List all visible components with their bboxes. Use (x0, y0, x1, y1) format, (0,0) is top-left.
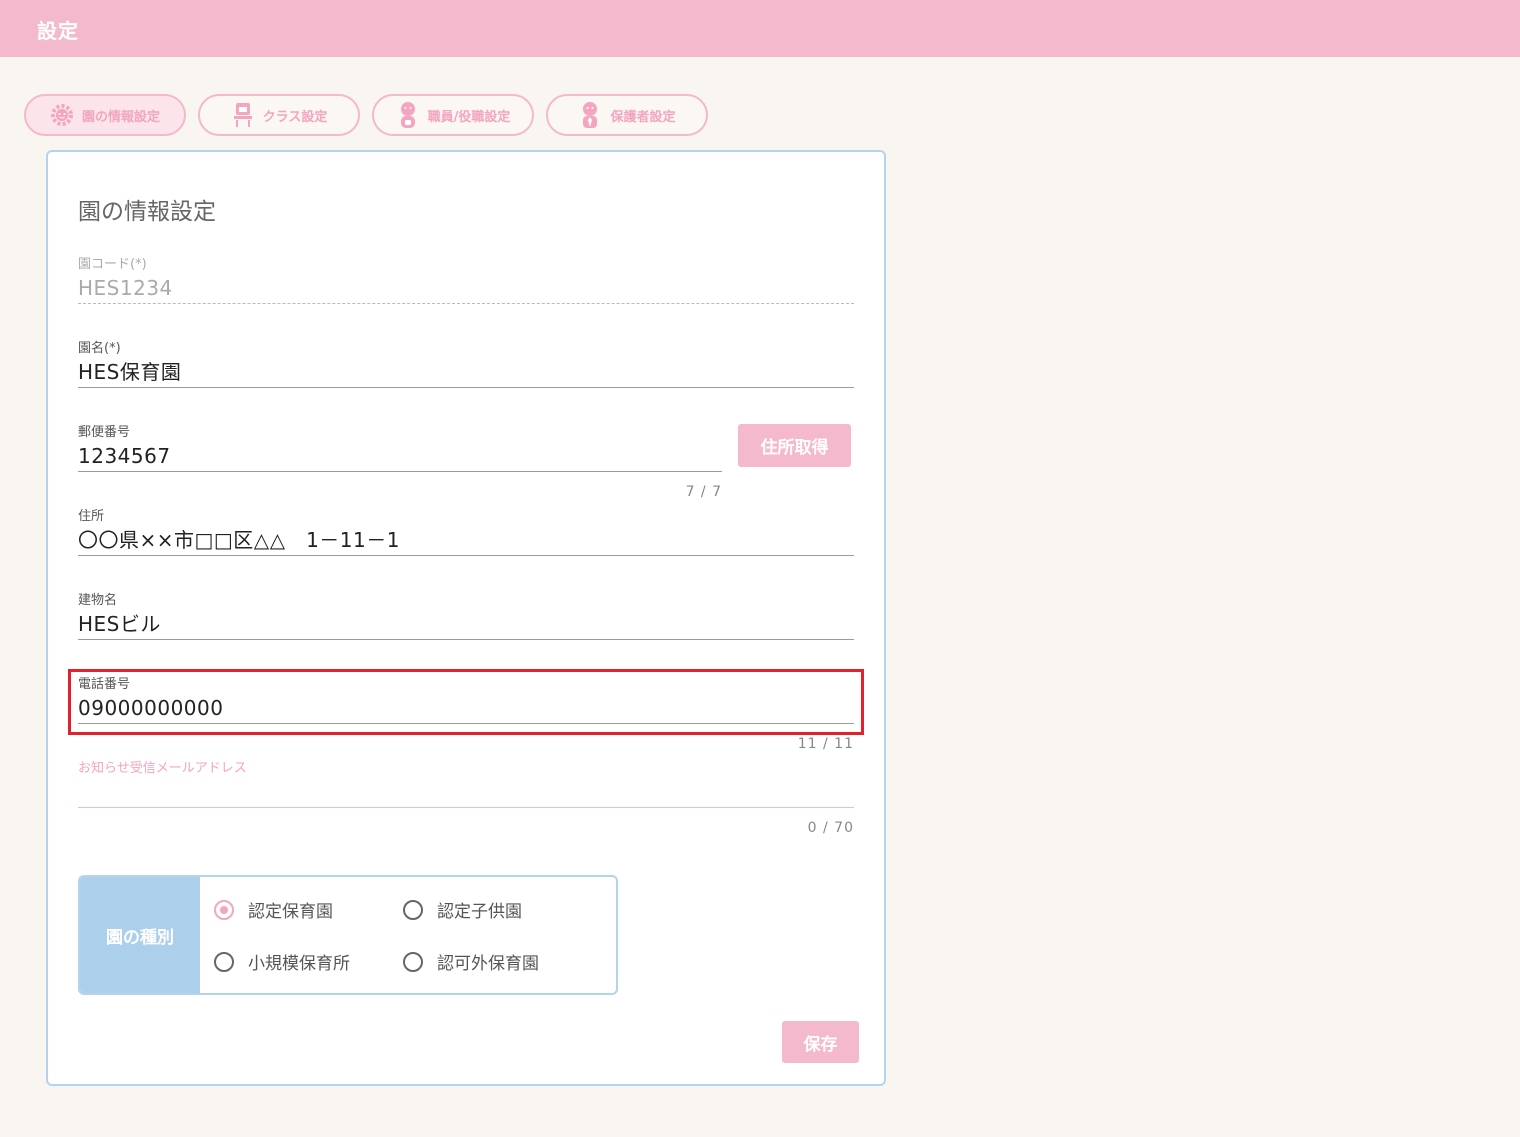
address-label: 住所 (78, 509, 105, 524)
school-type-label: 園の種別 (80, 877, 200, 993)
page-title: 設定 (37, 19, 79, 43)
tab-label: 園の情報設定 (81, 109, 160, 125)
phone-label: 電話番号 (78, 677, 131, 692)
radio-unlicensed-nursery[interactable]: 認可外保育園 (403, 949, 539, 974)
email-underline (78, 807, 854, 808)
tab-school-info[interactable]: 園の情報設定 (24, 94, 186, 136)
school-info-card: 園の情報設定 園コード(*) HES1234 園名(*) HES保育園 郵便番号… (46, 150, 886, 1086)
school-name-field[interactable]: 園名(*) HES保育園 (78, 341, 854, 388)
radio-circle[interactable] (403, 899, 423, 920)
tab-guardian-settings[interactable]: 保護者設定 (546, 94, 708, 136)
phone-input[interactable]: 09000000000 (78, 693, 854, 723)
staff-icon (396, 101, 420, 129)
school-code-value: HES1234 (78, 276, 173, 300)
building-underline (78, 639, 854, 640)
radio-label: 小規模保育所 (248, 954, 350, 974)
school-code-underline (78, 303, 854, 304)
get-address-button[interactable]: 住所取得 (738, 424, 851, 467)
radio-small-nursery[interactable]: 小規模保育所 (214, 949, 350, 974)
email-input[interactable] (78, 777, 854, 807)
form-title: 園の情報設定 (78, 199, 216, 225)
save-button[interactable]: 保存 (782, 1021, 859, 1063)
tab-class-settings[interactable]: クラス設定 (198, 94, 360, 136)
school-type-group: 園の種別 認定保育園 認定子供園 小規模保育所 認可外保育園 (78, 875, 618, 995)
school-name-underline (78, 387, 854, 388)
building-field[interactable]: 建物名 HESビル (78, 593, 854, 640)
tab-label: クラス設定 (262, 109, 328, 125)
phone-counter: 11 / 11 (797, 736, 854, 752)
school-name-input[interactable]: HES保育園 (78, 357, 854, 387)
postal-code-label: 郵便番号 (78, 425, 131, 440)
postal-code-counter: 7 / 7 (685, 484, 722, 500)
email-field[interactable]: お知らせ受信メールアドレス (78, 761, 854, 808)
address-input[interactable]: 〇〇県××市□□区△△ 1－11－1 (78, 525, 854, 555)
email-label: お知らせ受信メールアドレス (78, 761, 247, 776)
class-icon (231, 101, 255, 129)
building-label: 建物名 (78, 593, 118, 608)
building-input[interactable]: HESビル (78, 609, 854, 639)
postal-code-input[interactable]: 1234567 (78, 441, 722, 471)
address-field[interactable]: 住所 〇〇県××市□□区△△ 1－11－1 (78, 509, 854, 556)
school-name-label: 園名(*) (78, 341, 121, 356)
phone-field[interactable]: 電話番号 09000000000 (78, 677, 854, 724)
radio-label: 認定保育園 (248, 902, 333, 922)
guardian-icon (578, 101, 602, 129)
radio-certified-kodomoen[interactable]: 認定子供園 (403, 897, 522, 922)
tab-label: 職員/役職設定 (427, 109, 511, 125)
tab-staff-settings[interactable]: 職員/役職設定 (372, 94, 534, 136)
radio-certified-nursery[interactable]: 認定保育園 (214, 897, 333, 922)
postal-code-underline (78, 471, 722, 472)
app-header: 設定 (0, 0, 1520, 57)
radio-label: 認可外保育園 (437, 954, 539, 974)
school-code-label: 園コード(*) (78, 257, 147, 272)
radio-circle[interactable] (403, 951, 423, 972)
tab-label: 保護者設定 (610, 109, 676, 125)
radio-circle[interactable] (214, 899, 234, 920)
email-counter: 0 / 70 (807, 820, 854, 836)
phone-underline (78, 723, 854, 724)
school-code-field: 園コード(*) HES1234 (78, 257, 854, 304)
gear-icon (50, 101, 74, 129)
address-underline (78, 555, 854, 556)
radio-circle[interactable] (214, 951, 234, 972)
postal-code-field[interactable]: 郵便番号 1234567 (78, 425, 722, 472)
radio-label: 認定子供園 (437, 902, 522, 922)
